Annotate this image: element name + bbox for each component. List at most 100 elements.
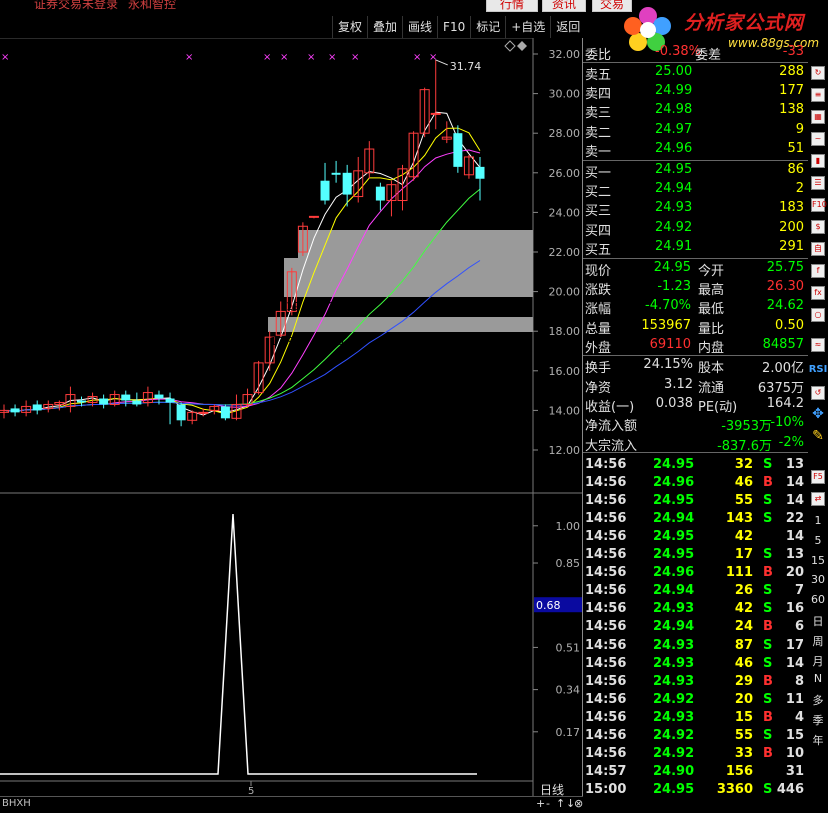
tick-row: 14:56 24.96 46 B 14 bbox=[583, 475, 808, 494]
period-4[interactable]: 60 bbox=[808, 593, 828, 606]
zoom-out-button[interactable]: - bbox=[546, 797, 550, 810]
rsi-label[interactable]: RSI bbox=[808, 364, 828, 375]
stat-label: 涨幅 bbox=[585, 302, 612, 318]
price-tick-label: 20.00 bbox=[549, 286, 581, 299]
history-icon[interactable]: ↺ bbox=[811, 386, 825, 400]
info-row: 净资 3.12 流通 6375万 bbox=[583, 377, 808, 396]
pencil-icon[interactable]: ✎ bbox=[811, 429, 825, 444]
draw-line-button[interactable]: 画线 bbox=[402, 16, 437, 38]
buy-level-2: 买二 24.94 2 bbox=[583, 181, 808, 200]
level-label: 卖五 bbox=[585, 68, 612, 83]
stat-label: 涨跌 bbox=[585, 283, 612, 299]
f5-icon[interactable]: F5 bbox=[811, 470, 825, 484]
stat-label: 现价 bbox=[585, 264, 612, 279]
kline-chart[interactable]: 32.00 30.00 28.00 26.00 24.00 22.00 20.00 18.00… bbox=[0, 38, 583, 796]
minute-chart-icon[interactable]: ~ bbox=[811, 132, 825, 146]
tick-row: 14:56 24.93 42 S 16 bbox=[583, 601, 808, 620]
tab-news[interactable]: 资讯 bbox=[542, 0, 586, 12]
tick-volume: 15 bbox=[734, 709, 753, 725]
weibi-label: 委比 bbox=[585, 48, 612, 63]
info-label: 股本 bbox=[698, 361, 725, 376]
price-tick-label: 32.00 bbox=[549, 48, 581, 61]
detail-icon[interactable]: ☰ bbox=[811, 176, 825, 190]
tick-price: 24.94 bbox=[653, 619, 695, 635]
quote-icon[interactable]: $ bbox=[811, 220, 825, 234]
self-select-icon[interactable]: 自 bbox=[811, 242, 825, 256]
table-icon[interactable]: ▦ bbox=[811, 110, 825, 124]
tick-count: 22 bbox=[785, 511, 804, 527]
close-panel-button[interactable]: ⊗ bbox=[574, 797, 583, 810]
overlay-button[interactable]: 叠加 bbox=[367, 16, 402, 38]
zoom-in-button[interactable]: + bbox=[536, 797, 545, 810]
weicha-label: 委差 bbox=[695, 48, 722, 63]
tick-volume: 46 bbox=[734, 475, 753, 491]
level-volume: 9 bbox=[795, 121, 804, 137]
panel-divider bbox=[583, 355, 808, 356]
current-value-label: 0.68 bbox=[536, 599, 561, 612]
period-6[interactable]: 周 bbox=[808, 633, 828, 649]
tick-count: 8 bbox=[794, 673, 804, 689]
back-button[interactable]: 返回 bbox=[550, 16, 585, 38]
candle-body-down bbox=[220, 406, 230, 419]
period-2[interactable]: 15 bbox=[808, 554, 828, 567]
scroll-up-button[interactable]: ↑ bbox=[556, 797, 565, 810]
period-8[interactable]: N bbox=[808, 672, 828, 685]
stat-label: 内盘 bbox=[698, 340, 725, 356]
candle-body-down bbox=[331, 172, 341, 175]
tick-volume: 111 bbox=[725, 565, 753, 581]
level-volume: 200 bbox=[779, 219, 804, 235]
list-icon[interactable]: ≡ bbox=[811, 88, 825, 102]
level-volume: 288 bbox=[779, 64, 804, 79]
info-value: 2.00亿 bbox=[762, 361, 804, 376]
refresh-icon[interactable]: ↻ bbox=[811, 66, 825, 80]
tick-side: S bbox=[763, 583, 773, 599]
price-tick-label: 28.00 bbox=[549, 127, 581, 140]
tab-market[interactable]: 行情 bbox=[486, 0, 538, 12]
tick-count: 4 bbox=[794, 709, 804, 725]
kline-icon[interactable]: ▮ bbox=[811, 154, 825, 168]
candle-body-down bbox=[154, 394, 164, 399]
tick-price: 24.95 bbox=[653, 493, 695, 509]
f10-icon[interactable]: F10 bbox=[811, 198, 827, 212]
tick-count: 14 bbox=[785, 655, 804, 671]
info-value: 164.2 bbox=[766, 396, 804, 411]
level-volume: 138 bbox=[779, 102, 804, 118]
stat-row: 涨跌 -1.23 最高 26.30 bbox=[583, 279, 808, 298]
stat-row: 涨幅 -4.70% 最低 24.62 bbox=[583, 298, 808, 317]
tick-side: S bbox=[763, 457, 773, 472]
tick-time: 14:56 bbox=[585, 601, 627, 617]
period-1[interactable]: 5 bbox=[808, 534, 828, 547]
wave-icon[interactable]: ≈ bbox=[811, 338, 825, 352]
signal-marker: × bbox=[328, 52, 336, 63]
tick-volume: 24 bbox=[734, 619, 753, 635]
formula-icon[interactable]: f bbox=[811, 264, 825, 278]
stat-value: 25.75 bbox=[766, 260, 804, 275]
restore-right-button[interactable]: 复权 bbox=[332, 16, 367, 38]
tick-count: 13 bbox=[785, 457, 804, 472]
exchange-icon[interactable]: ⇄ bbox=[811, 492, 825, 506]
level-label: 卖一 bbox=[585, 144, 612, 160]
function-icon[interactable]: fx bbox=[811, 286, 825, 300]
tick-count: 16 bbox=[785, 601, 804, 617]
period-5[interactable]: 日 bbox=[808, 613, 828, 629]
period-9[interactable]: 多 bbox=[808, 692, 828, 708]
flow-percent: -2% bbox=[778, 434, 804, 450]
circle-icon[interactable]: ○ bbox=[811, 308, 825, 322]
level-price: 24.97 bbox=[655, 121, 693, 137]
period-7[interactable]: 月 bbox=[808, 653, 828, 669]
mark-button[interactable]: 标记 bbox=[470, 16, 505, 38]
period-3[interactable]: 30 bbox=[808, 573, 828, 586]
period-0[interactable]: 1 bbox=[808, 514, 828, 527]
f10-button[interactable]: F10 bbox=[437, 16, 470, 38]
diamond-icon bbox=[504, 40, 516, 52]
sell-level-3: 卖三 24.98 138 bbox=[583, 102, 808, 121]
candle-body-down bbox=[99, 398, 109, 405]
period-10[interactable]: 季 bbox=[808, 712, 828, 728]
move-icon[interactable]: ✥ bbox=[811, 407, 825, 422]
bottom-bar: BHXH + - ↑ ↓ ⊗ bbox=[0, 796, 583, 813]
tick-price: 24.92 bbox=[653, 745, 695, 761]
period-11[interactable]: 年 bbox=[808, 732, 828, 748]
signal-marker: × bbox=[280, 52, 288, 63]
tick-volume: 20 bbox=[734, 691, 753, 707]
add-favorite-button[interactable]: +自选 bbox=[505, 16, 550, 38]
